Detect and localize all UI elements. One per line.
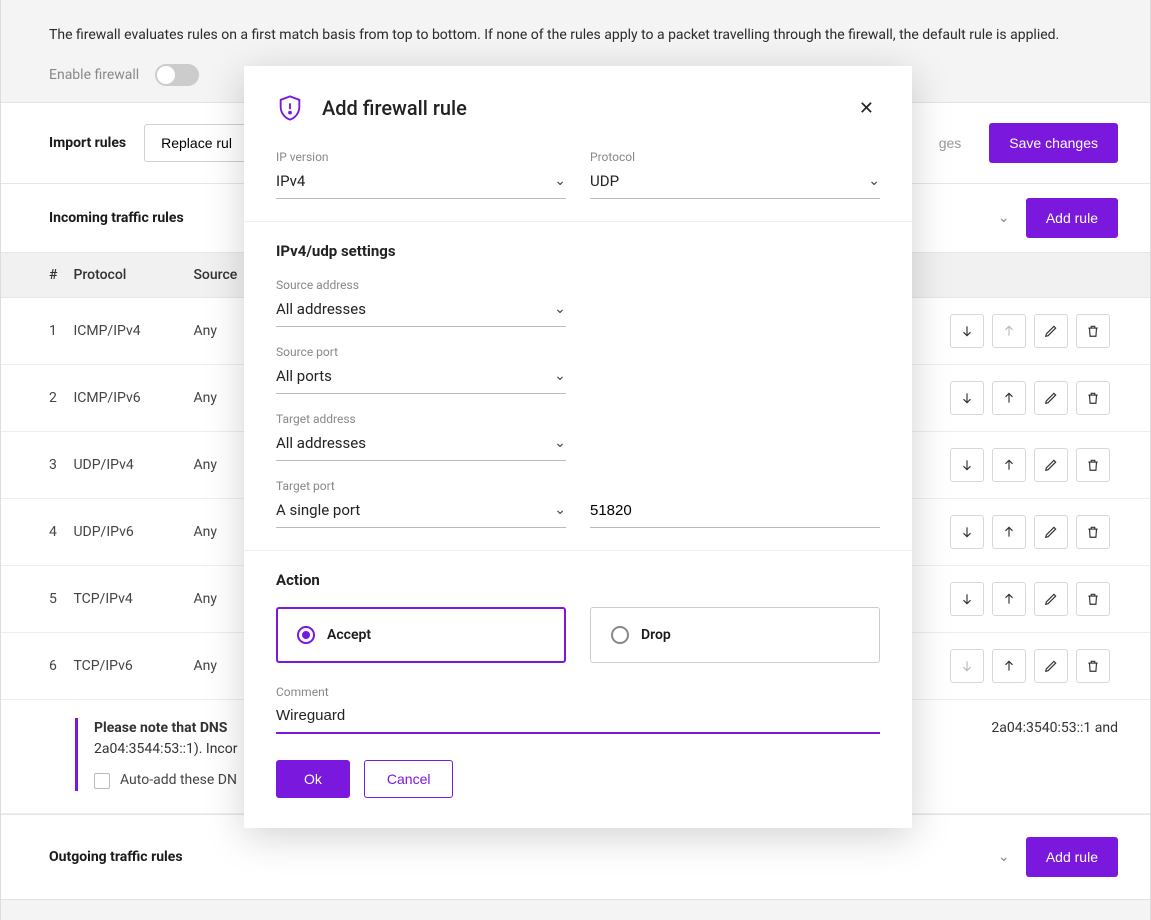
- action-drop-label: Drop: [641, 627, 671, 643]
- target-address-select[interactable]: All addresses ⌄: [276, 428, 566, 461]
- comment-input[interactable]: [276, 701, 880, 734]
- close-modal-button[interactable]: ✕: [853, 97, 880, 120]
- protocol-label: Protocol: [590, 150, 880, 164]
- ok-button[interactable]: Ok: [276, 760, 350, 798]
- chevron-down-icon: ⌄: [554, 173, 566, 189]
- ip-version-value: IPv4: [276, 172, 305, 190]
- source-port-select[interactable]: All ports ⌄: [276, 361, 566, 394]
- source-address-label: Source address: [276, 278, 566, 292]
- source-address-select[interactable]: All addresses ⌄: [276, 294, 566, 327]
- action-accept-label: Accept: [327, 627, 371, 643]
- ip-version-select[interactable]: IPv4 ⌄: [276, 166, 566, 199]
- chevron-down-icon: ⌄: [868, 173, 880, 189]
- protocol-select[interactable]: UDP ⌄: [590, 166, 880, 199]
- cancel-button[interactable]: Cancel: [364, 760, 454, 798]
- chevron-down-icon: ⌄: [554, 502, 566, 518]
- shield-alert-icon: [276, 94, 304, 122]
- radio-off-icon: [611, 626, 629, 644]
- modal-title: Add firewall rule: [322, 96, 835, 120]
- target-address-label: Target address: [276, 412, 566, 426]
- action-accept-option[interactable]: Accept: [276, 607, 566, 663]
- comment-label: Comment: [276, 685, 880, 699]
- action-drop-option[interactable]: Drop: [590, 607, 880, 663]
- settings-subheading: IPv4/udp settings: [276, 242, 880, 260]
- source-port-value: All ports: [276, 367, 332, 385]
- target-port-label: Target port: [276, 479, 566, 493]
- target-port-value: A single port: [276, 501, 360, 519]
- chevron-down-icon: ⌄: [554, 368, 566, 384]
- source-port-label: Source port: [276, 345, 566, 359]
- source-address-value: All addresses: [276, 300, 366, 318]
- add-firewall-rule-modal: Add firewall rule ✕ IP version IPv4 ⌄ Pr…: [244, 66, 912, 828]
- target-port-input[interactable]: [590, 496, 880, 528]
- chevron-down-icon: ⌄: [554, 435, 566, 451]
- radio-on-icon: [297, 626, 315, 644]
- protocol-value: UDP: [590, 172, 619, 190]
- ip-version-label: IP version: [276, 150, 566, 164]
- target-port-select[interactable]: A single port ⌄: [276, 495, 566, 528]
- target-address-value: All addresses: [276, 434, 366, 452]
- chevron-down-icon: ⌄: [554, 301, 566, 317]
- action-subheading: Action: [276, 571, 880, 589]
